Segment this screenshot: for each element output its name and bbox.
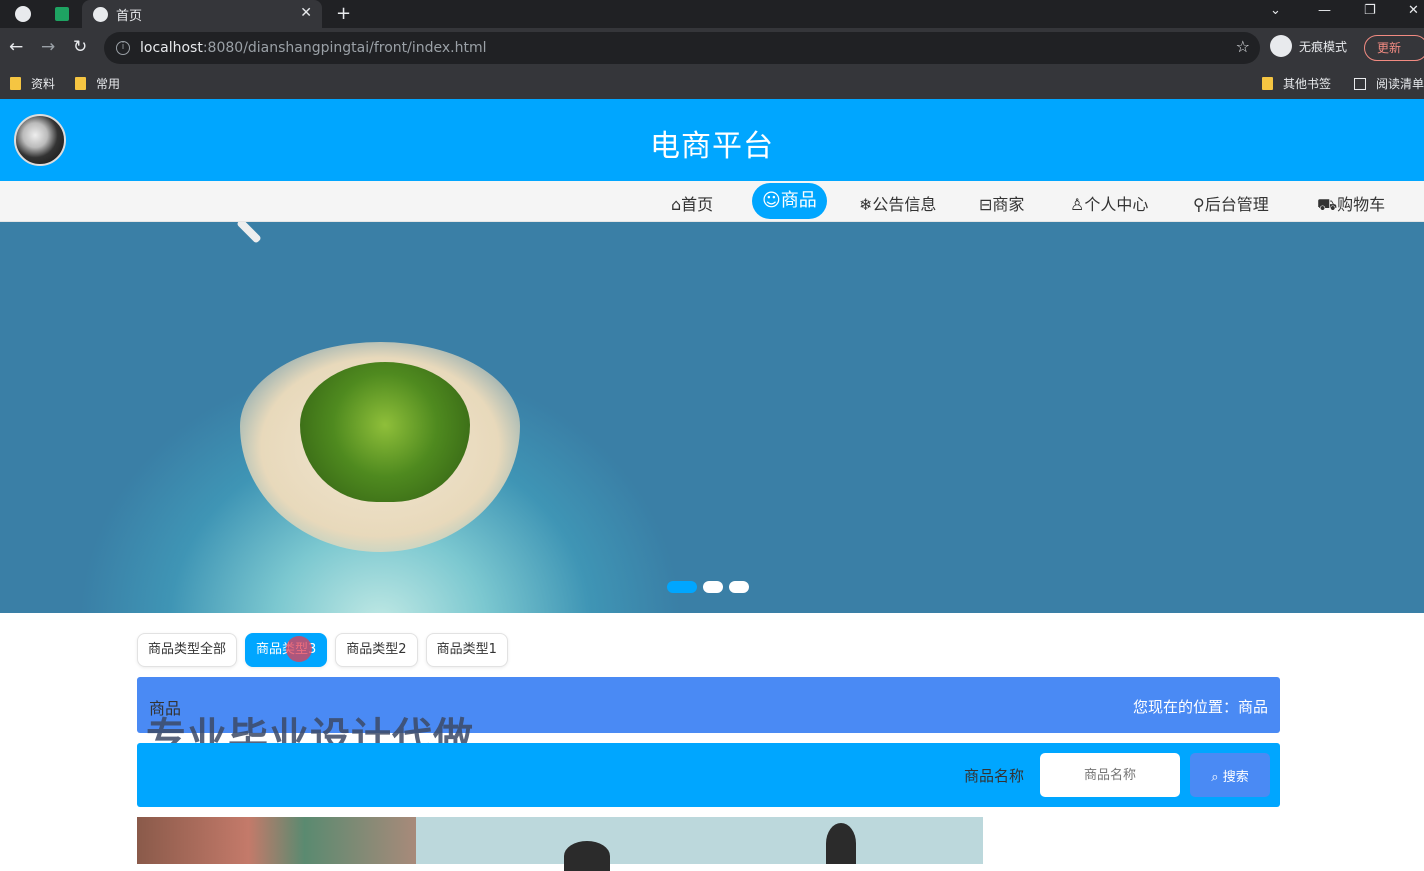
carousel-dot[interactable] — [729, 581, 749, 593]
user-icon: ♙ — [1070, 195, 1085, 214]
tab-search-chevron-icon[interactable]: ⌄ — [1270, 3, 1281, 18]
carousel-dot[interactable] — [703, 581, 723, 593]
product-card-image[interactable] — [416, 817, 983, 871]
goods-icon: ☺ — [762, 190, 781, 211]
search-bar: 商品名称 ⌕ 搜索 — [137, 743, 1280, 807]
bookmarks-bar: 资料 常用 其他书签 阅读清单 — [0, 68, 1424, 99]
nav-item-goods[interactable]: ☺商品 — [752, 183, 827, 219]
site-title: 电商平台 — [650, 129, 774, 164]
incognito-indicator[interactable]: 无痕模式 — [1270, 35, 1347, 57]
banner-carousel[interactable] — [0, 222, 1424, 613]
sheets-tab-icon[interactable] — [55, 7, 69, 21]
globe-icon[interactable] — [15, 6, 31, 22]
banner-island-trees — [300, 362, 470, 502]
nav-item-admin[interactable]: ⚲后台管理 — [1193, 191, 1269, 215]
other-bookmarks[interactable]: 其他书签 — [1262, 75, 1331, 92]
url-input[interactable]: i localhost:8080/dianshangpingtai/front/… — [104, 32, 1260, 64]
minimize-icon[interactable]: — — [1318, 3, 1331, 18]
nav-item-announcements[interactable]: ❄公告信息 — [859, 191, 936, 215]
back-icon[interactable]: ← — [9, 37, 23, 57]
url-path: :8080/dianshangpingtai/front/index.html — [202, 40, 487, 56]
home-icon: ⌂ — [671, 195, 682, 214]
carousel-dot[interactable] — [667, 581, 697, 593]
search-icon: ⌕ — [1211, 769, 1223, 785]
merchant-icon: ⊟ — [979, 195, 993, 214]
product-name-input[interactable] — [1040, 753, 1180, 797]
update-button[interactable]: 更新 — [1364, 35, 1424, 61]
incognito-label: 无痕模式 — [1299, 39, 1348, 54]
category-all[interactable]: 商品类型全部 — [137, 633, 238, 667]
product-image-person — [564, 841, 610, 871]
folder-icon — [10, 77, 21, 90]
product-card-image[interactable] — [137, 817, 416, 864]
search-label: 商品名称 — [964, 767, 1025, 785]
banner-boat — [236, 222, 262, 244]
nav-item-profile[interactable]: ♙个人中心 — [1070, 191, 1148, 215]
snowflake-icon: ❄ — [859, 195, 873, 214]
tab-title: 首页 — [116, 8, 143, 24]
cart-icon: ⛟ — [1317, 195, 1338, 214]
product-image-person — [826, 823, 856, 864]
url-host: localhost — [140, 40, 203, 56]
reading-list-label: 阅读清单 — [1376, 77, 1424, 91]
new-tab-button[interactable]: + — [336, 3, 351, 24]
globe-icon — [93, 6, 108, 22]
bookmark-folder-ziliao[interactable]: 资料 — [10, 75, 55, 92]
link-icon: ⚲ — [1193, 195, 1205, 214]
site-header: 电商平台 — [0, 99, 1424, 181]
nav-item-cart[interactable]: ⛟购物车 — [1317, 191, 1385, 216]
nav-item-merchants[interactable]: ⊟商家 — [979, 191, 1024, 215]
search-button[interactable]: ⌕ 搜索 — [1190, 753, 1270, 797]
carousel-indicators — [667, 581, 749, 593]
nav-item-home[interactable]: ⌂首页 — [671, 191, 713, 215]
folder-icon — [75, 77, 86, 90]
site-info-icon[interactable]: i — [116, 41, 130, 55]
address-bar: ← → ↻ i localhost:8080/dianshangpingtai/… — [0, 28, 1424, 68]
reading-list-icon — [1354, 77, 1366, 90]
browser-tab-strip: 首页 ✕ + ⌄ — ❐ ✕ — [0, 0, 1424, 28]
bookmark-folder-changyong[interactable]: 常用 — [75, 75, 120, 92]
folder-icon — [1262, 77, 1273, 90]
tab-close-icon[interactable]: ✕ — [300, 5, 312, 21]
incognito-icon — [1270, 35, 1292, 57]
reload-icon[interactable]: ↻ — [73, 37, 87, 57]
category-type-2[interactable]: 商品类型2 — [335, 633, 418, 667]
breadcrumb-location: 您现在的位置：商品 — [1132, 698, 1268, 716]
category-type-1[interactable]: 商品类型1 — [425, 633, 508, 667]
reading-list[interactable]: 阅读清单 — [1354, 75, 1424, 92]
other-bookmarks-label: 其他书签 — [1283, 77, 1332, 91]
bookmark-star-icon[interactable]: ☆ — [1236, 37, 1250, 56]
restore-icon[interactable]: ❐ — [1364, 3, 1376, 18]
category-filters: 商品类型全部 商品类型3 商品类型2 商品类型1 — [137, 633, 516, 667]
main-nav: ⌂首页 ☺商品 ❄公告信息 ⊟商家 ♙个人中心 ⚲后台管理 ⛟购物车 — [0, 181, 1424, 222]
window-close-icon[interactable]: ✕ — [1408, 3, 1419, 18]
mouse-cursor-highlight — [286, 636, 312, 662]
bookmark-label: 资料 — [31, 77, 56, 91]
bookmark-label: 常用 — [96, 77, 121, 91]
forward-icon[interactable]: → — [41, 37, 55, 57]
browser-tab-active[interactable]: 首页 ✕ — [82, 0, 322, 28]
